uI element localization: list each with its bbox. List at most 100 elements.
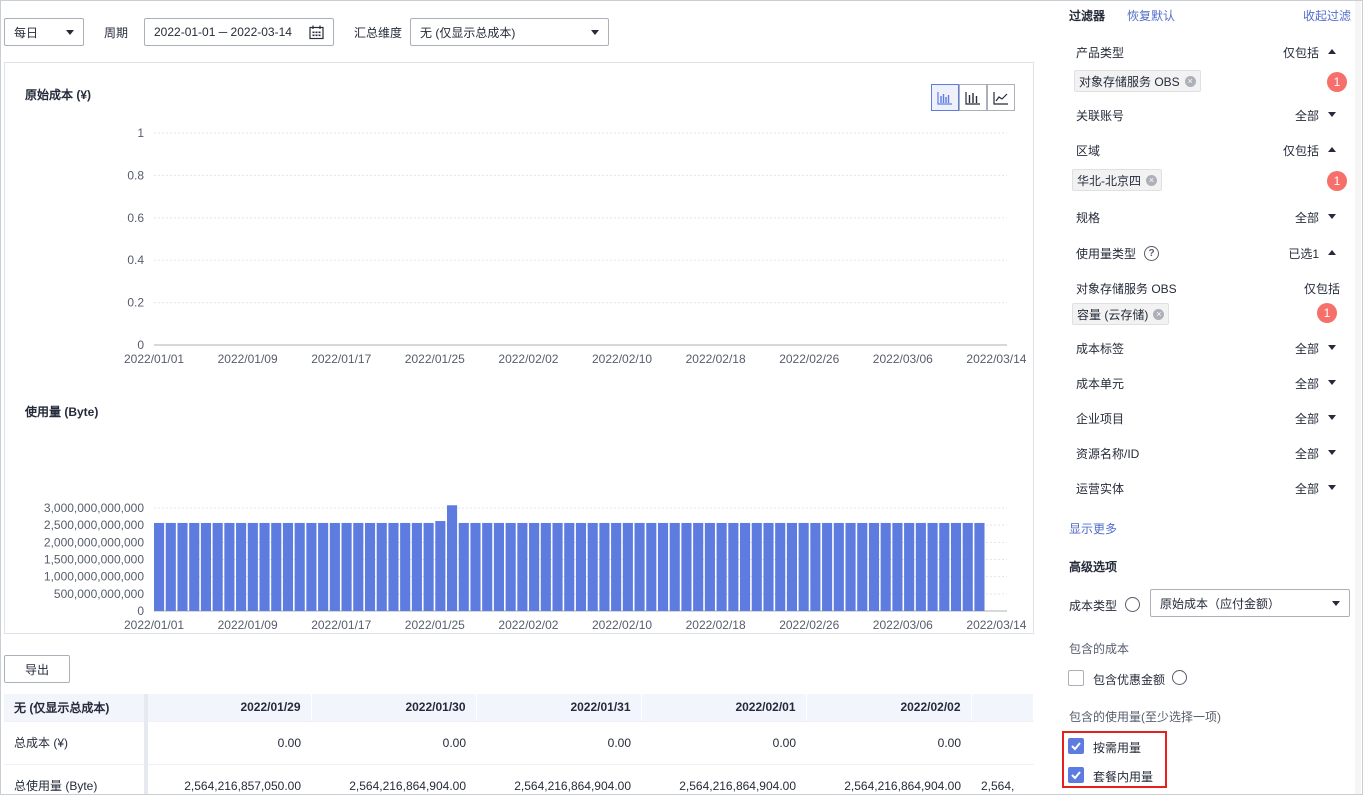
x-tick-label: 2022/01/25 [405, 618, 465, 632]
filter-usage-type[interactable]: 使用量类型 ? 已选1 [1076, 243, 1341, 263]
table-header-row: 无 (仅显示总成本) 2022/01/29 2022/01/30 2022/01… [4, 694, 1034, 722]
usage-bar [927, 522, 938, 611]
help-icon[interactable] [1172, 670, 1187, 685]
filter-operating-entity[interactable]: 运营实体 全部 [1076, 478, 1341, 498]
usage-bar [564, 522, 575, 611]
table-header [971, 694, 1034, 722]
x-tick-label: 2022/02/18 [686, 352, 746, 366]
dimension-select[interactable]: 无 (仅显示总成本) [410, 18, 609, 46]
filter-value: 仅包括 [1282, 45, 1319, 60]
usage-bar [236, 522, 247, 611]
filter-chip: 对象存储服务 OBS × [1074, 70, 1201, 92]
usage-bar [165, 522, 176, 611]
y-tick-label: 3,000,000,000,000 [44, 501, 144, 515]
remove-chip-icon[interactable]: × [1153, 308, 1165, 320]
table-cell: 0.00 [641, 721, 806, 765]
x-tick-label: 2022/01/25 [405, 352, 465, 366]
filter-cost-unit[interactable]: 成本单元 全部 [1076, 373, 1341, 393]
filter-label: 成本单元 [1076, 376, 1125, 391]
collapse-filter-link[interactable]: 收起过滤 [1303, 7, 1351, 24]
usage-bar [622, 522, 633, 611]
table-row: 总成本 (¥) 0.00 0.00 0.00 0.00 0.00 [4, 721, 1034, 765]
usage-bar [177, 522, 188, 611]
table-cell: 0.00 [806, 721, 971, 765]
filter-linked-account[interactable]: 关联账号 全部 [1076, 105, 1341, 125]
filter-spec[interactable]: 规格 全部 [1076, 207, 1341, 227]
table-cell: 2,564,216,864,904.00 [806, 764, 971, 795]
cost-table: 无 (仅显示总成本) 2022/01/29 2022/01/30 2022/01… [4, 694, 1034, 795]
usage-bar [810, 522, 821, 611]
date-range-picker[interactable]: 2022-01-01 ─ 2022-03-14 [144, 18, 334, 46]
usage-bar [435, 521, 446, 611]
date-range-value: 2022-01-01 ─ 2022-03-14 [154, 25, 292, 39]
usage-bar [587, 522, 598, 611]
table-header: 2022/01/31 [476, 694, 642, 722]
filter-value: 全部 [1294, 376, 1319, 391]
count-badge: 1 [1317, 303, 1337, 323]
usage-bar [447, 505, 458, 611]
filter-label: 区域 [1076, 143, 1101, 158]
show-more-link[interactable]: 显示更多 [1069, 520, 1117, 537]
cost-type-select[interactable]: 原始成本（应付金额） [1150, 589, 1350, 617]
usage-bar [376, 522, 387, 611]
x-tick-label: 2022/03/06 [873, 352, 933, 366]
y-tick-label: 2,000,000,000,000 [44, 535, 144, 549]
help-icon[interactable]: ? [1144, 245, 1160, 261]
chart-card: 原始成本 (¥) 1 0.8 0.6 0.4 0.2 0 2022/01/01 2022/01… [4, 62, 1034, 634]
cost-chart: 1 0.8 0.6 0.4 0.2 02022/01/01 2022/01/09 2022/0… [124, 126, 1027, 366]
usage-bar [728, 522, 739, 611]
chevron-down-icon [1328, 380, 1336, 385]
discount-checkbox[interactable] [1068, 670, 1084, 686]
export-button[interactable]: 导出 [4, 655, 70, 683]
usage-type-sub-label: 对象存储服务 OBS [1076, 282, 1177, 296]
usage-bar [282, 522, 294, 611]
usage-bar [388, 522, 399, 611]
usage-bar [857, 522, 868, 611]
usage-bar [798, 522, 809, 611]
y-tick-label: 500,000,000,000 [54, 587, 144, 601]
table-header: 2022/02/01 [641, 694, 807, 722]
usage-bar [599, 522, 610, 611]
usage-bar [939, 522, 950, 611]
usage-bar [669, 522, 680, 611]
filter-resource-name[interactable]: 资源名称/ID 全部 [1076, 443, 1341, 463]
table-cell: 总成本 (¥) [4, 721, 148, 765]
usage-bar [259, 522, 270, 611]
usage-bar [341, 522, 352, 611]
scrollbar[interactable] [1355, 0, 1361, 795]
y-tick-label: 0.8 [127, 168, 144, 182]
filter-label: 规格 [1076, 210, 1101, 225]
y-tick-label: 0 [137, 604, 144, 618]
export-label: 导出 [24, 662, 49, 677]
remove-chip-icon[interactable]: × [1146, 174, 1157, 186]
filter-region[interactable]: 区域 仅包括 [1076, 140, 1341, 160]
y-tick-label: 1 [137, 126, 144, 140]
x-tick-label: 2022/02/18 [686, 618, 746, 632]
filter-cost-tag[interactable]: 成本标签 全部 [1076, 338, 1341, 358]
usage-bar [306, 522, 317, 611]
y-tick-label: 0 [137, 338, 144, 352]
usage-bar [517, 522, 528, 611]
x-tick-label: 2022/03/06 [873, 618, 933, 632]
filter-product-type[interactable]: 产品类型 仅包括 [1076, 42, 1341, 62]
table-cell: 2,564,216,864,904.00 [476, 764, 641, 795]
included-cost-label: 包含的成本 [1069, 642, 1130, 656]
filter-label: 企业项目 [1076, 411, 1125, 426]
usage-bar [845, 522, 856, 611]
usage-bar [611, 522, 622, 611]
reset-defaults-link[interactable]: 恢复默认 [1127, 7, 1175, 24]
granularity-select[interactable]: 每日 [4, 18, 84, 46]
filter-enterprise-project[interactable]: 企业项目 全部 [1076, 408, 1341, 428]
highlight-box [1062, 731, 1167, 788]
help-icon[interactable] [1125, 597, 1140, 612]
y-tick-label: 1,500,000,000,000 [44, 553, 144, 567]
count-badge: 1 [1327, 72, 1347, 92]
filter-value: 全部 [1294, 108, 1319, 123]
usage-bar [493, 522, 504, 611]
chevron-down-icon [1328, 112, 1336, 117]
dimension-label: 汇总维度 [354, 26, 403, 40]
y-tick-label: 0.2 [127, 296, 144, 310]
remove-chip-icon[interactable]: × [1184, 75, 1196, 87]
y-tick-label: 0.4 [127, 253, 144, 267]
table-cell: 总使用量 (Byte) [4, 764, 148, 795]
